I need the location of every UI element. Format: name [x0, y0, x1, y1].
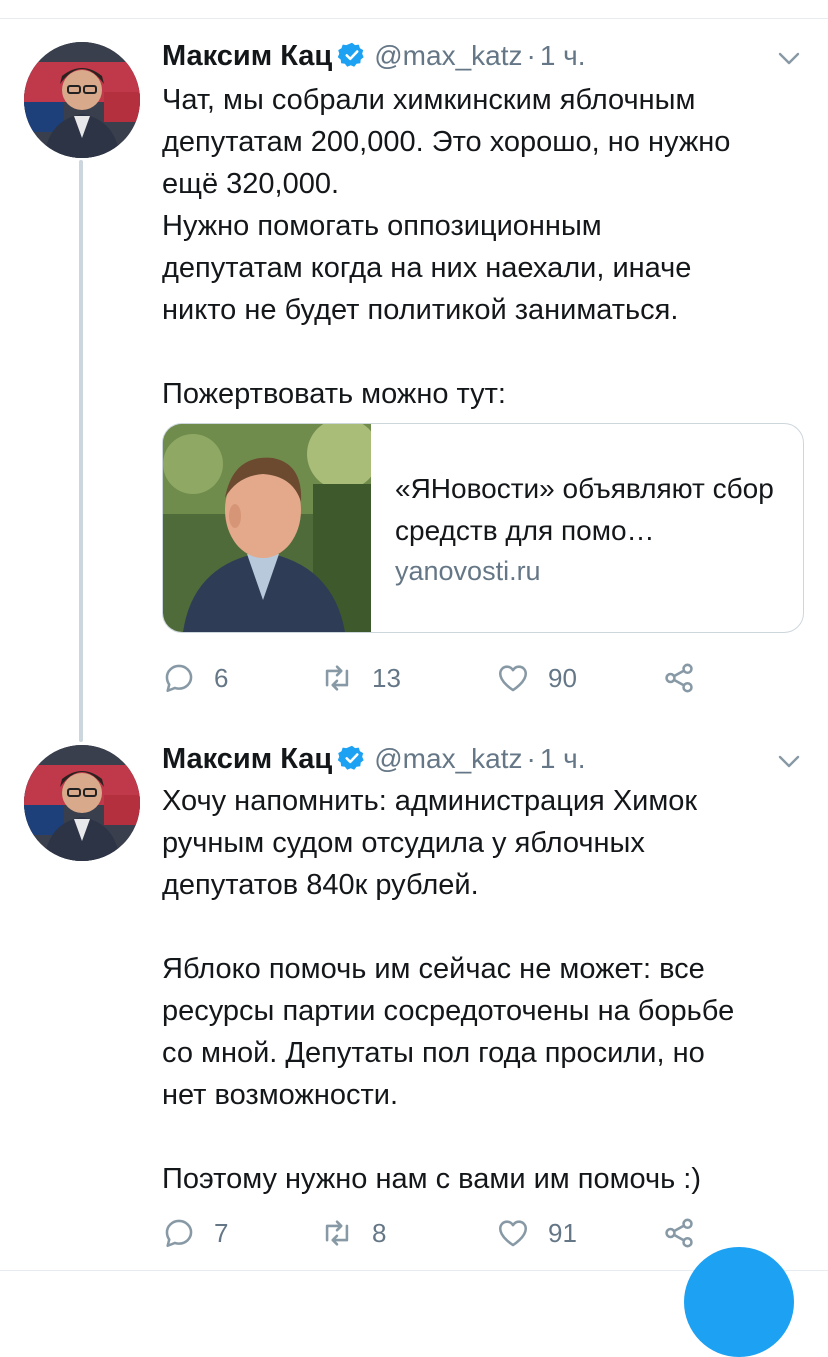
reply-icon — [165, 1219, 193, 1248]
share-button[interactable] — [662, 1213, 696, 1253]
tweet[interactable]: Максим Кац @max_katz · 1 ч. Чат, мы собрали… — [0, 0, 828, 703]
author-handle[interactable]: @max_katz — [374, 40, 522, 71]
chevron-down-icon[interactable] — [778, 755, 800, 769]
avatar[interactable] — [24, 42, 140, 158]
verified-badge-icon — [338, 42, 364, 67]
tweet[interactable]: Максим Кац @max_katz · 1 ч. Хочу напомнить:… — [0, 703, 828, 1270]
tweet-time[interactable]: 1 ч. — [540, 743, 586, 774]
tweet-text: Хочу напомнить: администрация Химок ручн… — [162, 785, 735, 1195]
avatar-photo — [24, 745, 140, 861]
like-button[interactable]: 90 — [496, 658, 577, 698]
compose-tweet-button[interactable] — [684, 1247, 794, 1357]
retweet-icon — [325, 665, 349, 691]
link-card-title: «ЯНовости» объявляют сбор средств для по… — [395, 473, 774, 546]
retweet-count: 13 — [372, 662, 401, 693]
tweet-actions: 6 13 90 — [162, 658, 762, 698]
tweet-header: Максим Кац @max_katz · 1 ч. — [162, 743, 802, 783]
like-count: 90 — [548, 662, 577, 693]
reply-count: 7 — [214, 1217, 229, 1248]
heart-icon — [498, 1220, 528, 1247]
retweet-icon — [325, 1220, 349, 1246]
reply-count: 6 — [214, 662, 229, 693]
share-icon — [665, 663, 693, 693]
author-name[interactable]: Максим Кац — [162, 743, 332, 775]
avatar[interactable] — [24, 745, 140, 861]
link-card-image — [163, 424, 371, 632]
tweet-header: Максим Кац @max_katz · 1 ч. — [162, 40, 802, 80]
verified-badge-icon — [338, 745, 364, 770]
link-card[interactable]: «ЯНовости» объявляют сбор средств для по… — [162, 423, 804, 633]
reply-icon — [165, 664, 193, 693]
link-card-domain: yanovosti.ru — [395, 556, 541, 586]
separator-dot: · — [526, 743, 536, 774]
tweet-actions: 7 8 91 — [162, 1213, 762, 1253]
tweet-text: Чат, мы собрали химкинским яблочным депу… — [162, 84, 731, 410]
reply-button[interactable]: 6 — [162, 658, 228, 698]
chevron-down-icon[interactable] — [778, 52, 800, 66]
heart-icon — [498, 665, 528, 692]
share-icon — [665, 1218, 693, 1248]
separator-dot: · — [526, 40, 536, 71]
retweet-count: 8 — [372, 1217, 387, 1248]
reply-button[interactable]: 7 — [162, 1213, 228, 1253]
tweet-time[interactable]: 1 ч. — [540, 40, 586, 71]
like-count: 91 — [548, 1217, 577, 1248]
share-button[interactable] — [662, 658, 696, 698]
author-name[interactable]: Максим Кац — [162, 40, 332, 72]
author-handle[interactable]: @max_katz — [374, 743, 522, 774]
avatar-photo — [24, 42, 140, 158]
like-button[interactable]: 91 — [496, 1213, 577, 1253]
retweet-button[interactable]: 8 — [320, 1213, 386, 1253]
retweet-button[interactable]: 13 — [320, 658, 401, 698]
